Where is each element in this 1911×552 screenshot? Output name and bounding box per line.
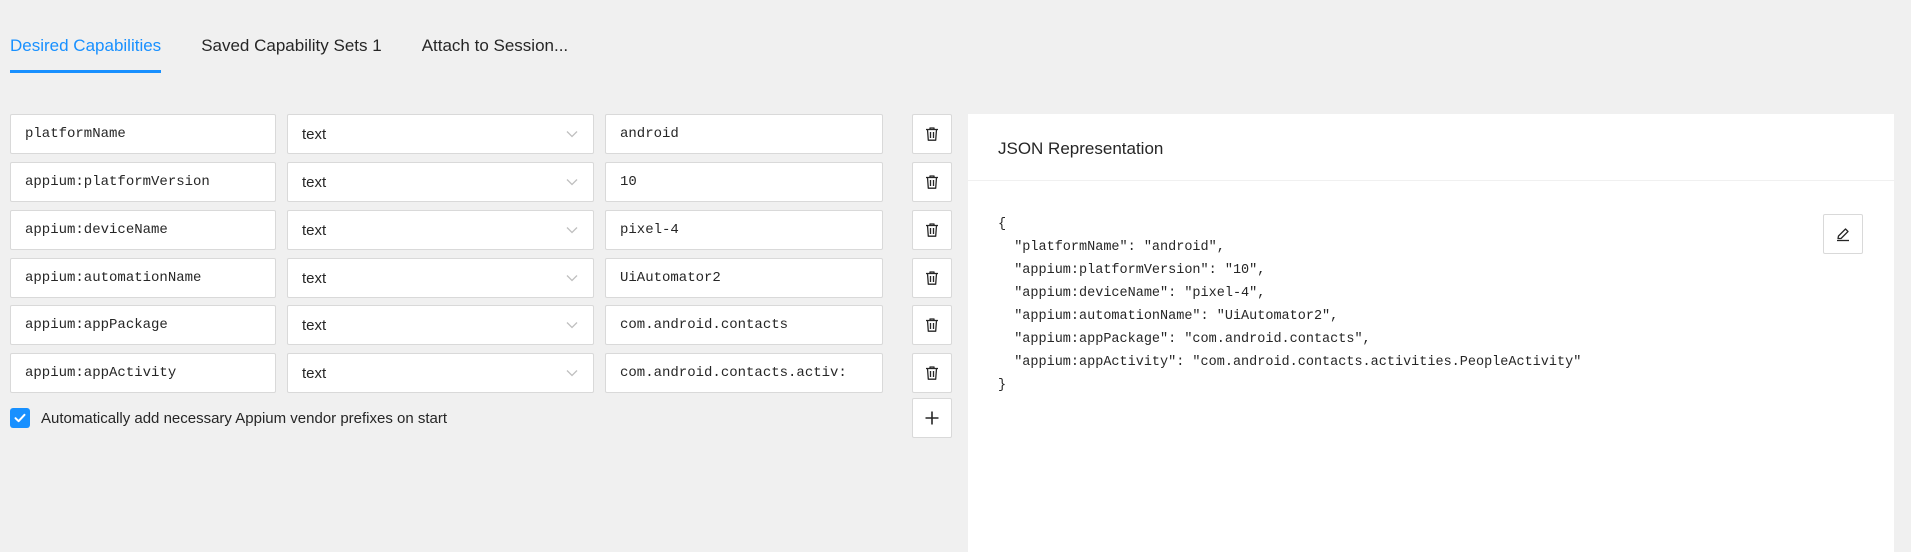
capability-name-text: appium:deviceName (25, 222, 168, 238)
capability-name-text: appium:appActivity (25, 365, 177, 381)
trash-icon (926, 127, 938, 141)
chevron-down-icon (566, 227, 578, 234)
json-line: "appium:platformVersion": "10", (998, 263, 1266, 278)
chevron-down-icon (566, 179, 578, 186)
capability-type-select[interactable]: text (287, 258, 594, 298)
capability-value-input[interactable]: android (605, 114, 883, 154)
capability-value-text: android (620, 126, 679, 142)
trash-icon (926, 271, 938, 285)
tab-bar: Desired Capabilities Saved Capability Se… (10, 0, 608, 73)
capability-type-select[interactable]: text (287, 162, 594, 202)
capability-name-input[interactable]: appium:deviceName (10, 210, 276, 250)
capability-value-input[interactable]: com.android.contacts (605, 305, 883, 345)
tab-attach-to-session[interactable]: Attach to Session... (422, 0, 568, 73)
edit-json-button[interactable] (1823, 214, 1863, 254)
delete-capability-button[interactable] (912, 353, 952, 393)
chevron-down-icon (566, 322, 578, 329)
trash-icon (926, 366, 938, 380)
json-code: { "platformName": "android", "appium:pla… (998, 213, 1581, 397)
json-line: "appium:appActivity": "com.android.conta… (998, 355, 1582, 370)
capability-value-input[interactable]: pixel-4 (605, 210, 883, 250)
delete-capability-button[interactable] (912, 258, 952, 298)
capability-value-input[interactable]: com.android.contacts.activ: (605, 353, 883, 393)
delete-capability-button[interactable] (912, 162, 952, 202)
trash-icon (926, 175, 938, 189)
capability-name-input[interactable]: appium:automationName (10, 258, 276, 298)
add-capability-button[interactable] (912, 398, 952, 438)
capability-type-select[interactable]: text (287, 305, 594, 345)
capability-name-text: appium:appPackage (25, 317, 168, 333)
capability-type-select[interactable]: text (287, 353, 594, 393)
capability-value-text: UiAutomator2 (620, 270, 721, 286)
json-line: "appium:appPackage": "com.android.contac… (998, 332, 1371, 347)
capability-value-text: 10 (620, 174, 637, 190)
capability-name-input[interactable]: appium:appActivity (10, 353, 276, 393)
capability-name-text: platformName (25, 126, 126, 142)
capability-value-text: pixel-4 (620, 222, 679, 238)
delete-capability-button[interactable] (912, 305, 952, 345)
capability-name-input[interactable]: appium:platformVersion (10, 162, 276, 202)
delete-capability-button[interactable] (912, 210, 952, 250)
json-panel-title: JSON Representation (968, 114, 1894, 181)
edit-icon (1837, 228, 1849, 242)
chevron-down-icon (566, 131, 578, 138)
capability-name-input[interactable]: platformName (10, 114, 276, 154)
json-representation-panel: JSON Representation { "platformName": "a… (968, 114, 1894, 552)
capability-type-text: text (302, 222, 327, 239)
plus-icon (925, 411, 939, 425)
trash-icon (926, 318, 938, 332)
auto-prefix-option[interactable]: Automatically add necessary Appium vendo… (10, 408, 447, 428)
json-line: "platformName": "android", (998, 240, 1225, 255)
capability-type-select[interactable]: text (287, 210, 594, 250)
json-line: { (998, 217, 1007, 232)
json-line: "appium:deviceName": "pixel-4", (998, 286, 1266, 301)
capability-type-text: text (302, 317, 327, 334)
capability-type-text: text (302, 126, 327, 143)
tab-saved-capability-sets[interactable]: Saved Capability Sets 1 (201, 0, 382, 73)
trash-icon (926, 223, 938, 237)
chevron-down-icon (566, 370, 578, 377)
capability-type-text: text (302, 174, 327, 191)
auto-prefix-checkbox[interactable] (10, 408, 30, 428)
json-line: "appium:automationName": "UiAutomator2", (998, 309, 1339, 324)
capability-type-text: text (302, 365, 327, 382)
capability-name-input[interactable]: appium:appPackage (10, 305, 276, 345)
capability-value-input[interactable]: UiAutomator2 (605, 258, 883, 298)
delete-capability-button[interactable] (912, 114, 952, 154)
capability-value-text: com.android.contacts.activ: (620, 365, 847, 381)
capability-value-text: com.android.contacts (620, 317, 789, 333)
chevron-down-icon (566, 275, 578, 282)
tab-desired-capabilities[interactable]: Desired Capabilities (10, 0, 162, 73)
check-icon (14, 413, 26, 423)
capability-name-text: appium:automationName (25, 270, 202, 286)
auto-prefix-label: Automatically add necessary Appium vendo… (41, 409, 448, 427)
capability-value-input[interactable]: 10 (605, 162, 883, 202)
capability-type-text: text (302, 270, 327, 287)
capability-name-text: appium:platformVersion (25, 174, 210, 190)
json-line: } (998, 378, 1007, 393)
capability-type-select[interactable]: text (287, 114, 594, 154)
